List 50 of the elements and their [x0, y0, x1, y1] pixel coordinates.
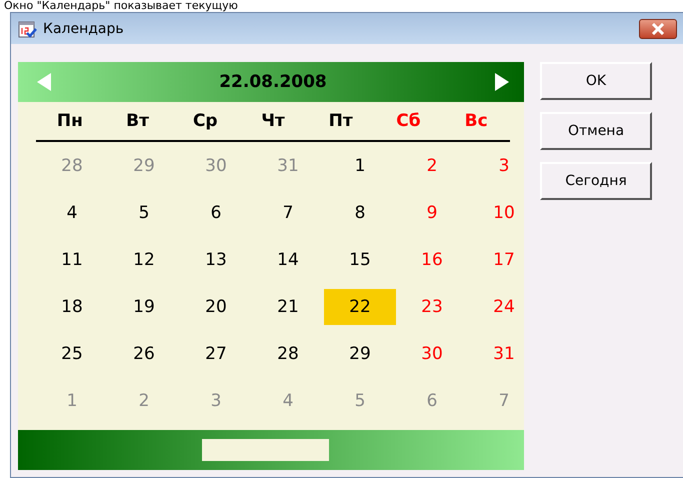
day-cell[interactable]: 1 [324, 148, 396, 184]
day-cell[interactable]: 30 [396, 336, 468, 372]
day-cell[interactable]: 11 [36, 242, 108, 278]
dialog-button[interactable]: Сегодня [540, 162, 652, 200]
weekday-label: Ср [192, 111, 219, 131]
day-cell[interactable]: 7 [252, 194, 324, 230]
weekday-label: Чт [260, 111, 286, 131]
day-cell[interactable]: 8 [324, 194, 396, 230]
weekday-label: Пт [328, 111, 354, 131]
weekday-label: Пн [56, 111, 84, 131]
calendar-icon [17, 18, 37, 38]
day-cell[interactable]: 25 [36, 336, 108, 372]
day-cell[interactable]: 29 [324, 336, 396, 372]
current-date: 22.08.2008 [219, 72, 327, 92]
day-cell[interactable]: 15 [324, 242, 396, 278]
day-cell[interactable]: 12 [108, 242, 180, 278]
day-cell[interactable]: 27 [180, 336, 252, 372]
day-cell[interactable]: 22 [324, 288, 396, 324]
day-cell[interactable]: 4 [36, 194, 108, 230]
day-cell[interactable]: 17 [468, 242, 540, 278]
day-cell[interactable]: 24 [468, 288, 540, 324]
day-cell[interactable]: 5 [108, 194, 180, 230]
close-icon [651, 22, 665, 34]
day-cell[interactable]: 28 [252, 336, 324, 372]
next-button[interactable] [494, 72, 510, 92]
day-cell[interactable]: 13 [180, 242, 252, 278]
close-button[interactable] [639, 18, 677, 38]
day-cell[interactable]: 16 [396, 242, 468, 278]
day-cell[interactable]: 14 [252, 242, 324, 278]
day-cell[interactable]: 18 [36, 288, 108, 324]
dialog-button[interactable]: Отмена [540, 112, 652, 150]
weekday-label: Вс [464, 111, 489, 131]
day-cell[interactable]: 20 [180, 288, 252, 324]
weekday-label: Вт [125, 111, 150, 131]
left-triangle-icon [36, 72, 52, 92]
day-cell[interactable]: 9 [396, 194, 468, 230]
caption-text: Окно "Календарь" показывает текущую [3, 0, 239, 12]
day-cell[interactable]: 3 [468, 148, 540, 184]
weekday-label: Сб [395, 111, 422, 131]
dialog-button[interactable]: OK [540, 62, 652, 100]
day-cell[interactable]: 31 [468, 336, 540, 372]
day-cell[interactable]: 21 [252, 288, 324, 324]
day-cell[interactable]: 6 [180, 194, 252, 230]
day-cell[interactable]: 10 [468, 194, 540, 230]
right-triangle-icon [494, 72, 510, 92]
day-cell[interactable]: 23 [396, 288, 468, 324]
window-title: Календарь [43, 20, 125, 36]
day-cell[interactable]: 19 [108, 288, 180, 324]
day-cell[interactable]: 26 [108, 336, 180, 372]
day-cell[interactable]: 2 [396, 148, 468, 184]
